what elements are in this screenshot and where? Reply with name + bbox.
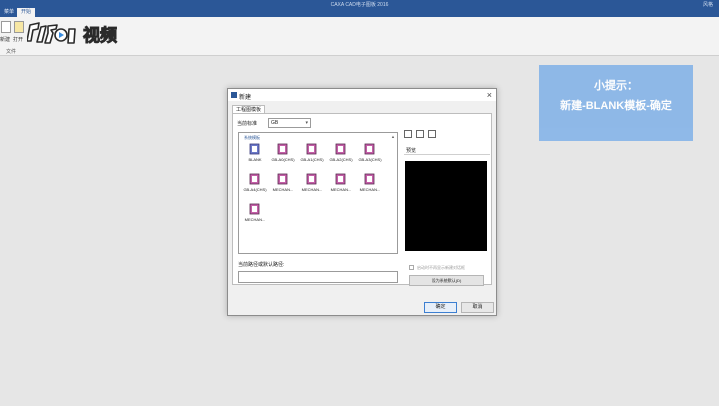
template-file-icon [364, 143, 375, 155]
preview-area [405, 161, 487, 251]
chevron-down-icon: ▾ [305, 120, 308, 126]
tab-start[interactable]: 开始 [17, 8, 36, 17]
template-item[interactable]: GB-A1(CHS) [298, 143, 326, 165]
template-file-icon [306, 173, 317, 185]
template-item[interactable]: BLANK [241, 143, 269, 165]
template-label: GB-A2(CHS) [329, 157, 353, 162]
template-file-icon [364, 173, 375, 185]
template-item[interactable]: MECHAN... [269, 173, 297, 195]
app-title: CAXA CAD电子图板 2016 [330, 2, 389, 8]
template-file-icon [335, 173, 346, 185]
scroll-up-icon[interactable]: ▲ [391, 134, 395, 139]
file-group-label: 文件 [6, 49, 17, 55]
open-file-icon[interactable] [14, 21, 24, 33]
template-item[interactable]: MECHAN... [327, 173, 355, 195]
dialog-title: 新建 [239, 95, 252, 101]
template-label: MECHAN... [301, 187, 323, 192]
template-file-icon [335, 143, 346, 155]
template-label: MECHAN... [272, 187, 294, 192]
template-item[interactable]: GB-A2(CHS) [327, 143, 355, 165]
template-label: GB-A0(CHS) [271, 157, 295, 162]
details-view-icon[interactable] [428, 130, 436, 138]
ribbon-tab-bar: 菜单 开始 [0, 8, 719, 17]
set-default-button[interactable]: 设为系统默认(D) [409, 275, 484, 286]
current-standard-value: GB [271, 120, 279, 126]
template-label: MECHAN... [244, 217, 266, 222]
close-icon[interactable]: × [487, 90, 492, 100]
template-list[interactable]: 系统模板 ▲ BLANK GB-A0(CHS) GB-A1(CHS) GB-A2… [238, 132, 398, 254]
template-label: GB-A3(CHS) [358, 157, 382, 162]
template-file-icon [306, 143, 317, 155]
tip-text: 新建-BLANK模板-确定 [560, 100, 672, 112]
dialog-title-bar: 新建 × [228, 89, 496, 101]
path-label: 当前路径或默认路径: [238, 262, 285, 268]
template-item[interactable]: MECHAN... [356, 173, 384, 195]
path-input[interactable] [238, 271, 398, 283]
template-item[interactable]: MECHAN... [298, 173, 326, 195]
system-templates-label: 系统模板 [244, 135, 260, 140]
large-icons-icon[interactable] [404, 130, 412, 138]
template-item[interactable]: MECHAN... [241, 203, 269, 225]
template-item[interactable]: GB-A0(CHS) [269, 143, 297, 165]
cancel-button[interactable]: 取消 [461, 302, 494, 313]
app-icon [231, 92, 237, 98]
template-item[interactable]: GB-A4(CHS) [241, 173, 269, 195]
new-dialog: 新建 × 工程图模板 当前标准 GB ▾ 系统模板 ▲ BLANK GB-A0(… [227, 88, 497, 316]
current-standard-select[interactable]: GB ▾ [268, 118, 311, 128]
template-file-icon [277, 143, 288, 155]
new-file-icon[interactable] [1, 21, 11, 33]
tip-title: 小提示： [594, 80, 638, 92]
template-file-icon [249, 143, 260, 155]
startup-checkbox-label: 启动时不再显示新建对话框 [417, 265, 465, 270]
new-button-label[interactable]: 新建 [0, 36, 10, 43]
preview-label: 预览 [406, 148, 417, 154]
watermark-logo: 视频 [26, 19, 133, 47]
template-label: MECHAN... [359, 187, 381, 192]
template-file-icon [249, 203, 260, 215]
template-file-icon [277, 173, 288, 185]
template-label: MECHAN... [330, 187, 352, 192]
template-item[interactable]: GB-A3(CHS) [356, 143, 384, 165]
startup-checkbox[interactable] [409, 265, 414, 270]
template-file-icon [249, 173, 260, 185]
title-bar: CAXA CAD电子图板 2016 风格 [0, 0, 719, 8]
current-standard-label: 当前标准 [237, 121, 258, 127]
ok-button[interactable]: 确定 [424, 302, 457, 313]
logo-text: 视频 [83, 25, 117, 46]
open-button-label[interactable]: 打开 [13, 36, 23, 43]
tab-menu[interactable]: 菜单 [0, 8, 18, 17]
tip-box: 小提示： 新建-BLANK模板-确定 [539, 65, 693, 141]
list-view-icon[interactable] [416, 130, 424, 138]
style-menu[interactable]: 风格 [703, 1, 713, 8]
template-label: GB-A1(CHS) [300, 157, 324, 162]
preview-divider [404, 154, 490, 155]
